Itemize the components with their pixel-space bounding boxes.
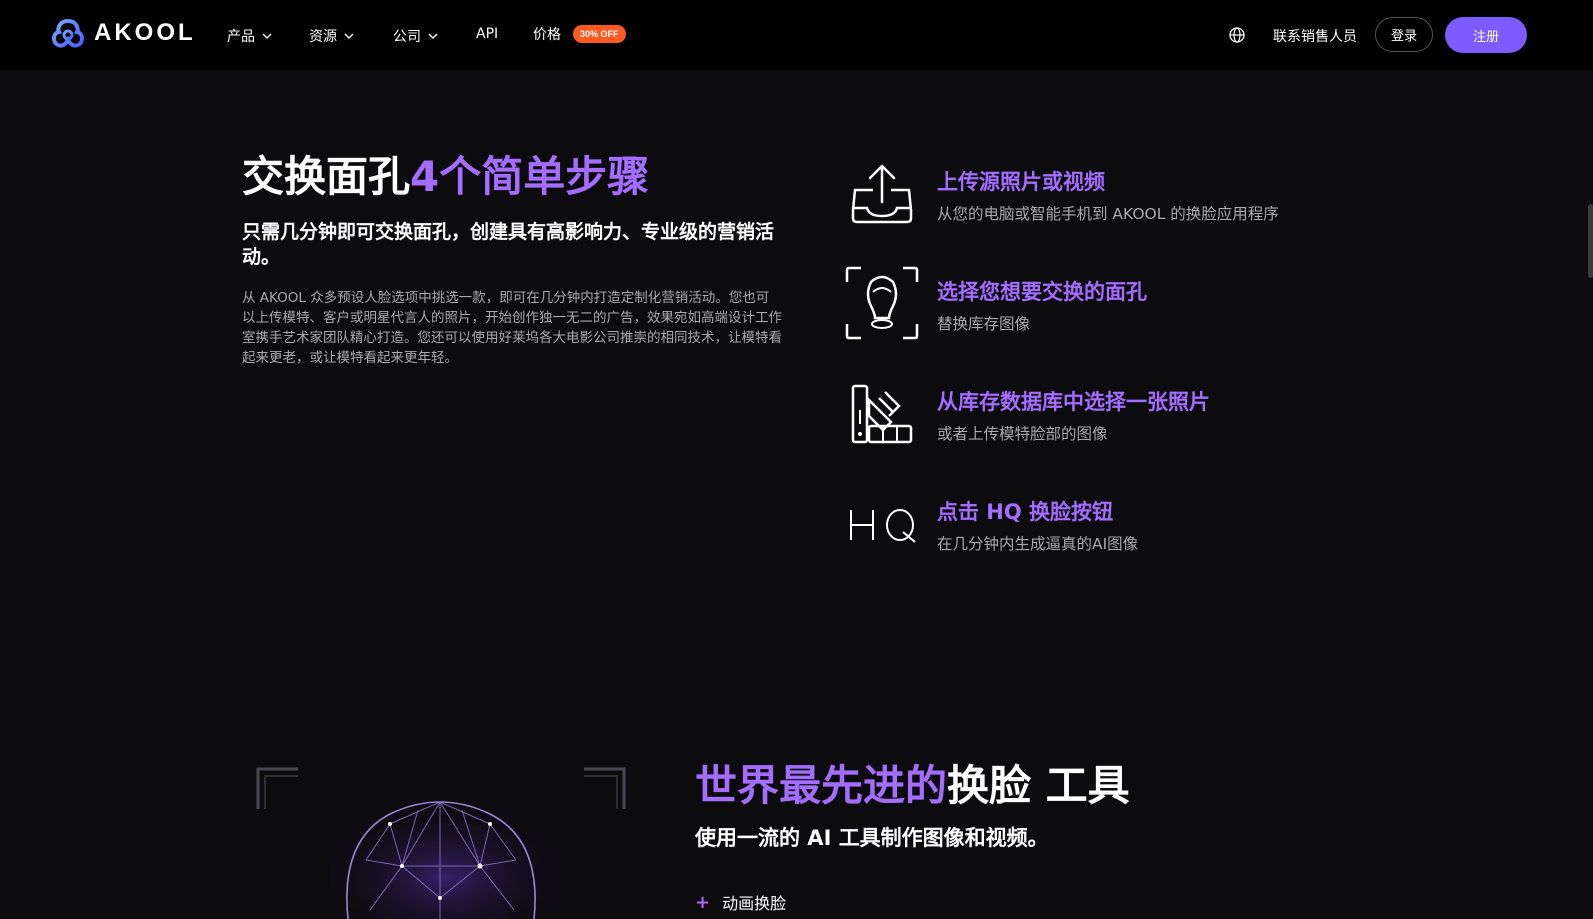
steps-section-description: 从 AKOOL 众多预设人脸选项中挑选一款，即可在几分钟内打造定制化营销活动。您… bbox=[242, 290, 782, 366]
akool-logo[interactable]: AKOOL bbox=[50, 18, 196, 48]
title-white-part: 交换面孔 bbox=[242, 152, 411, 201]
step-title: 从库存数据库中选择一张照片 bbox=[937, 390, 1210, 414]
nav-item-pricing[interactable]: 价格 30% OFF bbox=[533, 24, 626, 44]
akool-logo-icon bbox=[52, 18, 84, 48]
chevron-down-icon bbox=[344, 33, 354, 39]
steps-section-subtitle: 只需几分钟即可交换面孔，创建具有高影响力、专业级的营销活动。 bbox=[242, 221, 775, 268]
title-white-part: 换脸 工具 bbox=[947, 761, 1130, 810]
title-purple-part: 世界最先进的 bbox=[695, 761, 948, 810]
wireframe-face-illustration bbox=[330, 780, 560, 919]
step-text: 在几分钟内生成逼真的AI图像 bbox=[937, 535, 1139, 553]
feature-label: 动画换脸 bbox=[722, 894, 787, 913]
swatch-library-icon bbox=[851, 384, 913, 444]
tools-section-subtitle: 使用一流的 AI 工具制作图像和视频。 bbox=[695, 826, 1049, 850]
nav-item-label: 产品 bbox=[227, 29, 255, 45]
nav-item-resources[interactable]: 资源 bbox=[309, 26, 355, 46]
nav-item-api[interactable]: API bbox=[476, 26, 498, 42]
top-navigation-bar: AKOOL 产品 资源 公司 API 价格 30% OFF 联系销售人员 登录 … bbox=[0, 0, 1593, 70]
nav-item-label: API bbox=[476, 26, 499, 42]
login-button[interactable]: 登录 bbox=[1375, 17, 1433, 52]
corner-bracket-icon bbox=[584, 767, 626, 809]
step-title: 上传源照片或视频 bbox=[937, 170, 1105, 194]
nav-item-label: 价格 bbox=[533, 27, 561, 43]
signup-button[interactable]: 注册 bbox=[1445, 17, 1527, 53]
feature-list-item[interactable]: + 动画换脸 bbox=[695, 890, 786, 914]
corner-bracket-icon bbox=[256, 767, 298, 809]
nav-item-label: 公司 bbox=[393, 29, 421, 45]
hq-icon bbox=[850, 509, 916, 543]
nav-item-company[interactable]: 公司 bbox=[393, 26, 439, 46]
contact-sales-link[interactable]: 联系销售人员 bbox=[1273, 26, 1357, 46]
step-text: 从您的电脑或智能手机到 AKOOL 的换脸应用程序 bbox=[937, 205, 1279, 223]
title-purple-part: 4个简单步骤 bbox=[410, 152, 650, 201]
discount-badge: 30% OFF bbox=[573, 25, 626, 43]
nav-item-products[interactable]: 产品 bbox=[227, 26, 273, 46]
step-title: 选择您想要交换的面孔 bbox=[937, 280, 1147, 304]
step-text: 或者上传模特脸部的图像 bbox=[937, 425, 1108, 443]
chevron-down-icon bbox=[262, 33, 272, 39]
steps-section-title: 交换面孔4个简单步骤 bbox=[242, 150, 649, 204]
face-scan-icon bbox=[845, 266, 919, 340]
nav-item-label: 资源 bbox=[309, 29, 337, 45]
step-title: 点击 HQ 换脸按钮 bbox=[937, 500, 1114, 524]
page-scrollbar-thumb[interactable] bbox=[1588, 204, 1593, 278]
brand-name: AKOOL bbox=[94, 19, 196, 46]
step-text: 替换库存图像 bbox=[937, 315, 1031, 333]
globe-icon[interactable] bbox=[1228, 26, 1246, 44]
tools-section-title: 世界最先进的换脸 工具 bbox=[695, 758, 1130, 814]
upload-icon bbox=[851, 164, 913, 224]
chevron-down-icon bbox=[428, 33, 438, 39]
plus-icon: + bbox=[695, 891, 711, 913]
